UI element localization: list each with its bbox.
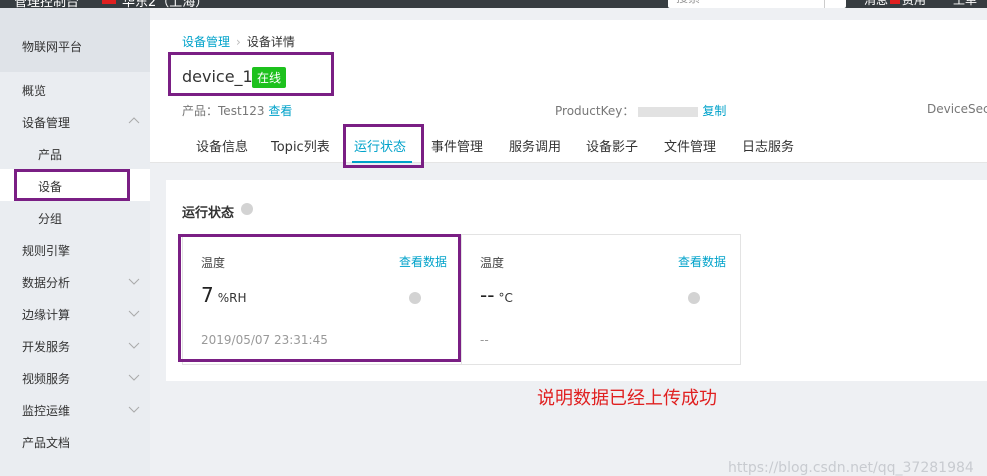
sidebar-item-label: 分组 <box>38 212 63 226</box>
productkey-info: ProductKey： 复制 <box>555 102 726 119</box>
product-label: 产品： <box>182 104 219 118</box>
sidebar-item-rule-engine[interactable]: 规则引擎 <box>0 233 150 265</box>
sidebar-item-label: 监控运维 <box>22 404 71 418</box>
sidebar-item-overview[interactable]: 概览 <box>0 73 150 105</box>
chevron-down-icon <box>128 374 140 386</box>
sidebar-item-label: 规则引擎 <box>22 244 71 258</box>
top-bar: 管理控制台 华东2（上海） 搜索 消息 费用 工单 <box>0 0 987 8</box>
sidebar-item-group[interactable]: 分组 <box>0 201 150 233</box>
tab-log-service[interactable]: 日志服务 <box>742 136 794 155</box>
console-label[interactable]: 管理控制台 <box>14 0 79 8</box>
property-unit: °C <box>498 291 513 305</box>
highlight-box-device-title <box>168 52 334 96</box>
sidebar-item-edge-computing[interactable]: 边缘计算 <box>0 297 150 329</box>
property-timestamp: -- <box>480 333 489 347</box>
sidebar-item-label: 概览 <box>22 84 47 98</box>
tab-device-shadow[interactable]: 设备影子 <box>586 136 638 155</box>
messages-label: 消息 <box>864 0 889 7</box>
sidebar-item-label: 视频服务 <box>22 372 71 386</box>
search-input[interactable]: 搜索 <box>676 0 700 6</box>
sidebar-item-label: 数据分析 <box>22 276 71 290</box>
chevron-up-icon <box>128 116 140 128</box>
view-product-link[interactable]: 查看 <box>268 104 292 118</box>
sidebar-item-label: 开发服务 <box>22 340 71 354</box>
sidebar-item-video-services[interactable]: 视频服务 <box>0 361 150 393</box>
tab-bar: 设备信息 Topic列表 运行状态 事件管理 服务调用 设备影子 文件管理 日志… <box>150 128 987 163</box>
sidebar-item-monitoring[interactable]: 监控运维 <box>0 393 150 425</box>
region-selector[interactable]: 华东2（上海） <box>122 0 208 8</box>
search-icon[interactable] <box>824 0 846 8</box>
run-status-title: 运行状态 <box>182 206 235 221</box>
breadcrumb: 设备管理 › 设备详情 <box>182 33 295 50</box>
devicesecret-label: DeviceSec <box>927 102 987 116</box>
platform-header: 物联网平台 <box>0 8 150 72</box>
tab-event-management[interactable]: 事件管理 <box>431 136 483 155</box>
chevron-down-icon <box>128 406 140 418</box>
tab-device-info[interactable]: 设备信息 <box>196 136 248 155</box>
product-name: Test123 <box>218 104 265 118</box>
copy-productkey-link[interactable]: 复制 <box>702 104 726 118</box>
tab-file-management[interactable]: 文件管理 <box>664 136 716 155</box>
view-data-link[interactable]: 查看数据 <box>678 253 726 270</box>
property-label: 温度 <box>480 256 505 270</box>
property-card-temperature: 温度 查看数据 -- °C -- <box>461 234 741 365</box>
highlight-box-humidity-card <box>178 234 461 362</box>
sidebar-item-label: 设备管理 <box>22 116 71 130</box>
platform-label: 物联网平台 <box>22 40 83 54</box>
productkey-label: ProductKey： <box>555 104 635 118</box>
watermark: https://blog.csdn.net/qq_37281984 <box>728 460 974 476</box>
ticket-link[interactable]: 工单 <box>953 0 977 8</box>
sidebar-item-data-analysis[interactable]: 数据分析 <box>0 265 150 297</box>
property-value-number: -- <box>480 283 495 307</box>
sidebar-item-product-docs[interactable]: 产品文档 <box>0 425 150 457</box>
chevron-down-icon <box>128 310 140 322</box>
notification-badge <box>890 0 901 4</box>
status-indicator-icon <box>241 203 253 215</box>
search-box[interactable]: 搜索 <box>668 0 846 8</box>
chevron-down-icon <box>128 342 140 354</box>
highlight-box-sidebar-device <box>14 169 130 201</box>
region-flag-icon <box>102 0 116 4</box>
sidebar-item-label: 产品文档 <box>22 436 71 450</box>
tab-topic-list[interactable]: Topic列表 <box>271 136 330 155</box>
tab-service-invoke[interactable]: 服务调用 <box>509 136 561 155</box>
breadcrumb-current: 设备详情 <box>246 35 295 49</box>
productkey-value-redacted <box>638 106 699 117</box>
messages-link[interactable]: 消息 费用 <box>864 0 926 8</box>
status-dot-icon <box>688 292 700 304</box>
fee-link[interactable]: 费用 <box>902 0 926 7</box>
sidebar-item-dev-services[interactable]: 开发服务 <box>0 329 150 361</box>
property-value: -- °C <box>480 283 513 307</box>
sidebar-item-product[interactable]: 产品 <box>0 137 150 169</box>
annotation-note: 说明数据已经上传成功 <box>537 388 717 409</box>
chevron-down-icon <box>128 278 140 290</box>
breadcrumb-device-management[interactable]: 设备管理 <box>182 35 230 49</box>
product-info: 产品：Test123 查看 <box>182 102 292 119</box>
sidebar-item-device-management[interactable]: 设备管理 <box>0 105 150 137</box>
highlight-box-run-status-tab <box>343 124 424 168</box>
breadcrumb-separator-icon: › <box>236 35 241 49</box>
sidebar-item-label: 边缘计算 <box>22 308 71 322</box>
sidebar-item-label: 产品 <box>38 148 63 162</box>
